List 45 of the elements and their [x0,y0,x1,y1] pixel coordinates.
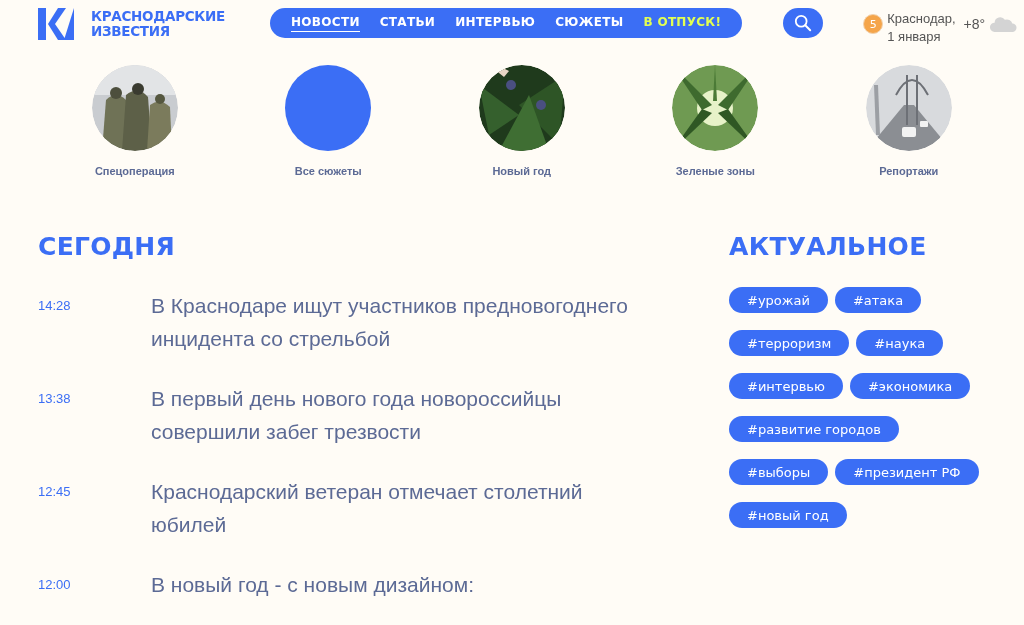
cloud-icon [989,15,1018,33]
news-time: 12:00 [38,576,72,594]
story-link[interactable]: Все сюжеты [231,65,425,177]
news-link[interactable]: Краснодарский ветеран отмечает столетний юбилей [151,475,651,541]
city-text: Краснодар, [887,10,956,28]
tag-chip[interactable]: #урожай [729,287,828,313]
tag-chip[interactable]: #терроризм [729,330,850,356]
nav-link[interactable]: СЮЖЕТЫ [555,14,624,32]
story-label: Все сюжеты [294,165,362,177]
tag-chip[interactable]: #интервью [729,373,843,399]
nav-link[interactable]: СТАТЬИ [379,14,436,32]
news-link[interactable]: В новый год - с новым дизайном: [151,568,651,601]
story-label: Зеленые зоны [675,165,755,177]
story-label: Репортажи [879,165,939,177]
section-heading: АКТУАЛЬНОЕ [729,232,928,261]
temperature-text: +8° [963,16,986,32]
nav-link[interactable]: ИНТЕРВЬЮ [455,14,536,32]
logo-text: ИЗВЕСТИЯ [91,24,170,39]
tag-chip[interactable]: #атака [834,287,922,313]
date-text: 1 января [887,28,942,46]
tag-chip[interactable]: #развитие городов [729,416,899,442]
nav-link[interactable]: НОВОСТИ [291,14,360,32]
section-heading: СЕГОДНЯ [38,232,177,261]
story-label: Спецоперация [94,165,175,177]
news-link[interactable]: В Краснодаре ищут участников предновогоднего инцидента со стрельбой [151,289,651,355]
news-link[interactable]: В первый день нового года новороссийцы совершили забег трезвости [151,382,651,448]
search-button[interactable] [783,8,824,38]
nav-link[interactable]: В ОТПУСК! [643,14,722,32]
search-icon [794,14,813,32]
story-link[interactable]: Репортажи [812,65,1006,177]
index-badge: 5 [863,14,884,34]
story-link[interactable]: Новый год [425,65,619,177]
story-link[interactable]: Спецоперация [38,65,232,177]
tag-chip[interactable]: #наука [856,330,944,356]
story-link[interactable]: Зеленые зоны [618,65,812,177]
tag-chip[interactable]: #экономика [849,373,971,399]
tag-chip[interactable]: #президент РФ [835,459,979,485]
tag-chip[interactable]: #выборы [729,459,829,485]
logo-text: КРАСНОДАРСКИЕ [91,9,225,24]
news-time: 13:38 [38,390,72,408]
story-label: Новый год [492,165,552,177]
news-time: 14:28 [38,297,72,315]
news-time: 12:45 [38,483,72,501]
logo-icon[interactable] [38,8,74,40]
tag-chip[interactable]: #новый год [729,502,847,528]
